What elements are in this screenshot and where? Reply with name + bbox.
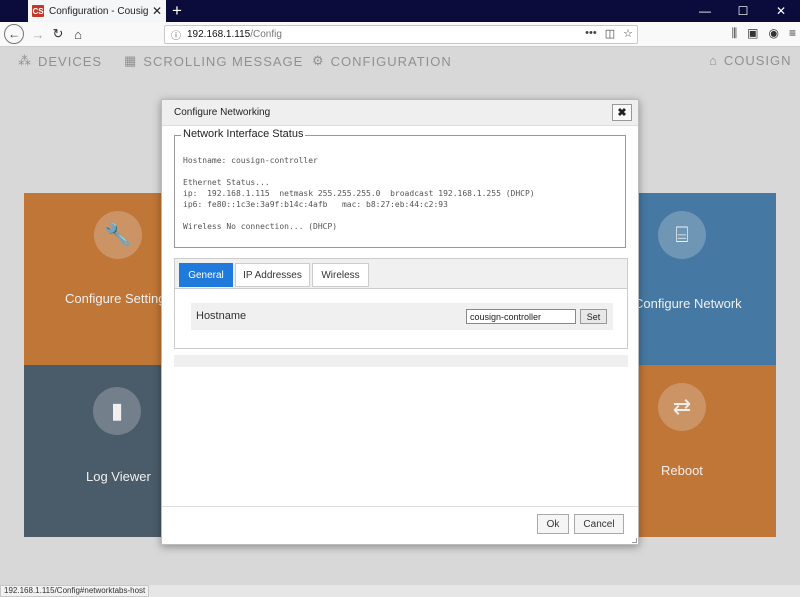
dialog-footer: Ok Cancel: [162, 506, 638, 544]
network-tabs: General IP Addresses Wireless Hostname S…: [174, 258, 628, 349]
status-hostname: Hostname: cousign-controller: [183, 156, 318, 165]
status-ip: ip: 192.168.1.115 netmask 255.255.255.0 …: [183, 189, 535, 198]
configure-networking-dialog: Configure Networking ✖ Network Interface…: [161, 99, 639, 545]
status-eth-header: Ethernet Status...: [183, 178, 270, 187]
dialog-title: Configure Networking: [174, 107, 271, 118]
tab-wireless[interactable]: Wireless: [312, 263, 369, 287]
tab-title: Configuration - Cousign Netw: [49, 5, 148, 17]
hostname-row: Hostname Set: [191, 303, 613, 330]
reload-icon[interactable]: ↻: [50, 26, 66, 42]
back-icon[interactable]: ←: [4, 24, 24, 44]
menu-icon[interactable]: ≡: [789, 26, 796, 41]
browser-tabbar: CS Configuration - Cousign Netw ✕ + — ☐ …: [0, 0, 800, 22]
tab-general[interactable]: General: [179, 263, 233, 287]
ok-button[interactable]: Ok: [537, 514, 569, 534]
tab-ip-addresses[interactable]: IP Addresses: [235, 263, 310, 287]
bookmark-star-icon[interactable]: ☆: [623, 27, 633, 40]
dialog-header: Configure Networking ✖: [162, 100, 638, 126]
url-path: /Config: [250, 29, 282, 40]
site-info-icon[interactable]: ⓘ: [171, 27, 181, 42]
favicon-icon: CS: [32, 5, 44, 17]
new-tab-button[interactable]: +: [172, 1, 182, 21]
pocket-icon[interactable]: ◫: [605, 27, 615, 40]
set-hostname-button[interactable]: Set: [580, 309, 607, 324]
url-host: 192.168.1.115: [187, 29, 251, 40]
status-wireless: Wireless No connection... (DHCP): [183, 222, 338, 231]
forward-icon[interactable]: →: [30, 26, 46, 42]
browser-status-bar: 192.168.1.115/Config#networktabs-host: [0, 585, 150, 597]
network-status-fieldset: Network Interface Status Hostname: cousi…: [174, 128, 626, 248]
resize-grip[interactable]: [632, 538, 637, 543]
network-status-legend: Network Interface Status: [181, 128, 306, 140]
hostname-label: Hostname: [196, 310, 247, 322]
dialog-close-button[interactable]: ✖: [612, 104, 632, 121]
cancel-button[interactable]: Cancel: [574, 514, 624, 534]
library-icon[interactable]: ⫼: [732, 26, 738, 41]
tab-close-icon[interactable]: ✕: [152, 4, 162, 18]
window-close-button[interactable]: ✕: [762, 0, 800, 22]
window-controls: — ☐ ✕: [686, 0, 800, 22]
url-bar[interactable]: ⓘ 192.168.1.115/Config ••• ◫ ☆: [164, 25, 638, 44]
maximize-button[interactable]: ☐: [724, 0, 762, 22]
browser-navbar: ← → ↻ ⌂ ⓘ 192.168.1.115/Config ••• ◫ ☆ ⫼…: [0, 22, 800, 47]
home-icon[interactable]: ⌂: [70, 26, 86, 42]
account-icon[interactable]: ◉: [769, 26, 779, 41]
network-status-text: Hostname: cousign-controller Ethernet St…: [183, 155, 535, 232]
browser-tab[interactable]: CS Configuration - Cousign Netw ✕: [28, 0, 166, 22]
page-actions-icon[interactable]: •••: [585, 27, 597, 40]
status-ip6: ip6: fe80::1c3e:3a9f:b14c:4afb mac: b8:2…: [183, 200, 448, 209]
progress-bar: [174, 355, 628, 367]
tab-strip: General IP Addresses Wireless: [175, 259, 627, 289]
hostname-input[interactable]: [466, 309, 576, 324]
minimize-button[interactable]: —: [686, 0, 724, 22]
sidebar-icon[interactable]: ▣: [747, 26, 758, 41]
